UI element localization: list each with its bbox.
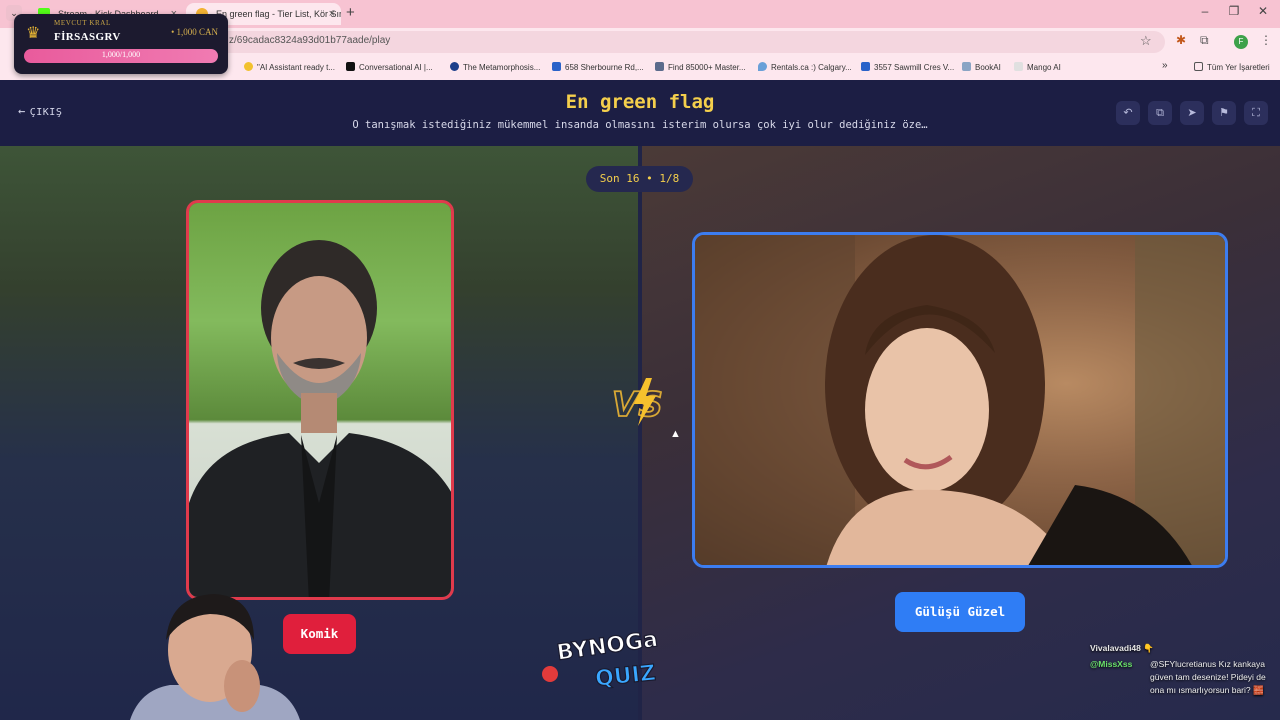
bookmark-item[interactable]: Mango AI bbox=[1014, 62, 1061, 72]
profile-avatar[interactable]: F bbox=[1234, 35, 1248, 49]
extensions-puzzle-icon[interactable]: ⧉ bbox=[1200, 33, 1209, 48]
king-name: FİRSASGRV bbox=[54, 31, 121, 43]
all-bookmarks-folder[interactable]: Tüm Yer İşaretleri bbox=[1194, 62, 1270, 72]
bookmark-item[interactable]: Conversational AI |... bbox=[346, 62, 433, 72]
logo-top-text: BYNOGa bbox=[555, 627, 659, 666]
woman-portrait-image bbox=[695, 235, 1225, 565]
bookmark-item[interactable]: 658 Sherbourne Rd,... bbox=[552, 62, 644, 72]
matchup-stage: Son 16 • 1/8 Komik VS Gülüşü Güzel BYNOG… bbox=[0, 146, 1280, 720]
undo-icon: ↶ bbox=[1123, 107, 1133, 119]
fullscreen-icon: ⛶ bbox=[1252, 107, 1260, 119]
site-icon bbox=[1014, 62, 1023, 71]
close-tab-icon[interactable]: × bbox=[329, 3, 335, 25]
bookmark-item[interactable]: 3557 Sawmill Cres V... bbox=[861, 62, 954, 72]
bookmark-item[interactable]: The Metamorphosis... bbox=[450, 62, 540, 72]
right-option-photo bbox=[695, 235, 1225, 565]
site-icon bbox=[552, 62, 561, 71]
page-title: En green flag bbox=[565, 91, 715, 113]
extension-icon[interactable]: ✱ bbox=[1176, 33, 1186, 47]
logo-pin-icon bbox=[542, 666, 558, 682]
window-close-icon[interactable]: ✕ bbox=[1248, 4, 1278, 18]
send-icon: ➤ bbox=[1187, 107, 1197, 119]
site-icon bbox=[655, 62, 664, 71]
crown-icon: ♛ bbox=[26, 25, 41, 42]
bynoga-quiz-logo: BYNOGa QUIZ bbox=[542, 626, 660, 693]
copy-button[interactable]: ⧉ bbox=[1148, 101, 1172, 125]
chat-username: @MissXss bbox=[1090, 659, 1133, 669]
left-option-photo bbox=[189, 203, 451, 597]
current-king-widget: ♛ MEVCUT KRAL FİRSASGRV • 1,000 CAN 1,00… bbox=[14, 14, 228, 74]
chat-username: Vivalavadi48 bbox=[1090, 643, 1141, 653]
bookmark-item[interactable]: "AI Assistant ready t... bbox=[244, 62, 335, 72]
page-subtitle: O tanışmak istediğiniz mükemmel insanda … bbox=[352, 119, 928, 131]
left-option-card[interactable] bbox=[186, 200, 454, 600]
tab-label: En green flag - Tier List, Kör Sır... bbox=[216, 9, 341, 19]
versus-text: VS bbox=[612, 385, 663, 425]
bookmark-item[interactable]: BookAI bbox=[962, 62, 1001, 72]
versus-icon: VS bbox=[611, 378, 664, 426]
restore-icon[interactable]: ❐ bbox=[1219, 4, 1249, 18]
new-tab-icon[interactable]: + bbox=[346, 4, 355, 21]
minimize-icon[interactable]: – bbox=[1190, 4, 1220, 18]
round-badge: Son 16 • 1/8 bbox=[586, 166, 693, 192]
url-text[interactable]: z/69cadac8324a93d01b77aade/play bbox=[229, 35, 390, 46]
chat-text: 👇 bbox=[1143, 643, 1154, 653]
folder-icon bbox=[1194, 62, 1203, 71]
bookmark-item[interactable]: Rentals.ca :) Calgary... bbox=[758, 62, 852, 72]
chat-text: @SFYlucretianus Kız kankaya güven tam de… bbox=[1150, 659, 1266, 695]
mouse-cursor-icon: ▲ bbox=[670, 428, 681, 440]
emoji-icon bbox=[244, 62, 253, 71]
logo-bottom-text: QUIZ bbox=[594, 661, 657, 692]
king-progress-label: 1,000/1,000 bbox=[101, 50, 141, 59]
flag-icon: ⚑ bbox=[1219, 107, 1229, 119]
copy-icon: ⧉ bbox=[1156, 107, 1164, 119]
undo-button[interactable]: ↶ bbox=[1116, 101, 1140, 125]
share-button[interactable]: ➤ bbox=[1180, 101, 1204, 125]
app-header bbox=[0, 80, 1280, 146]
chat-message: @MissXss @SFYlucretianus Kız kankaya güv… bbox=[1090, 658, 1272, 697]
more-bookmarks-icon[interactable]: » bbox=[1162, 60, 1168, 71]
browser-menu-icon[interactable]: ⋮ bbox=[1260, 33, 1272, 47]
site-icon bbox=[962, 62, 971, 71]
man-portrait-image bbox=[189, 240, 451, 597]
map-pin-icon bbox=[758, 62, 767, 71]
bookmark-star-icon[interactable]: ☆ bbox=[1140, 33, 1152, 49]
site-icon bbox=[450, 62, 459, 71]
right-option-card[interactable] bbox=[692, 232, 1228, 568]
right-option-label-button[interactable]: Gülüşü Güzel bbox=[895, 592, 1025, 632]
report-button[interactable]: ⚑ bbox=[1212, 101, 1236, 125]
bookmark-item[interactable]: Find 85000+ Master... bbox=[655, 62, 746, 72]
stream-chat-overlay: Vivalavadi48 👇 @MissXss @SFYlucretianus … bbox=[1090, 642, 1272, 697]
king-subtitle: MEVCUT KRAL bbox=[54, 19, 111, 27]
chat-message: Vivalavadi48 👇 bbox=[1090, 642, 1272, 655]
site-icon bbox=[346, 62, 355, 71]
fullscreen-button[interactable]: ⛶ bbox=[1244, 101, 1268, 125]
king-currency: • 1,000 CAN bbox=[171, 27, 218, 37]
site-icon bbox=[861, 62, 870, 71]
streamer-webcam bbox=[130, 594, 300, 720]
